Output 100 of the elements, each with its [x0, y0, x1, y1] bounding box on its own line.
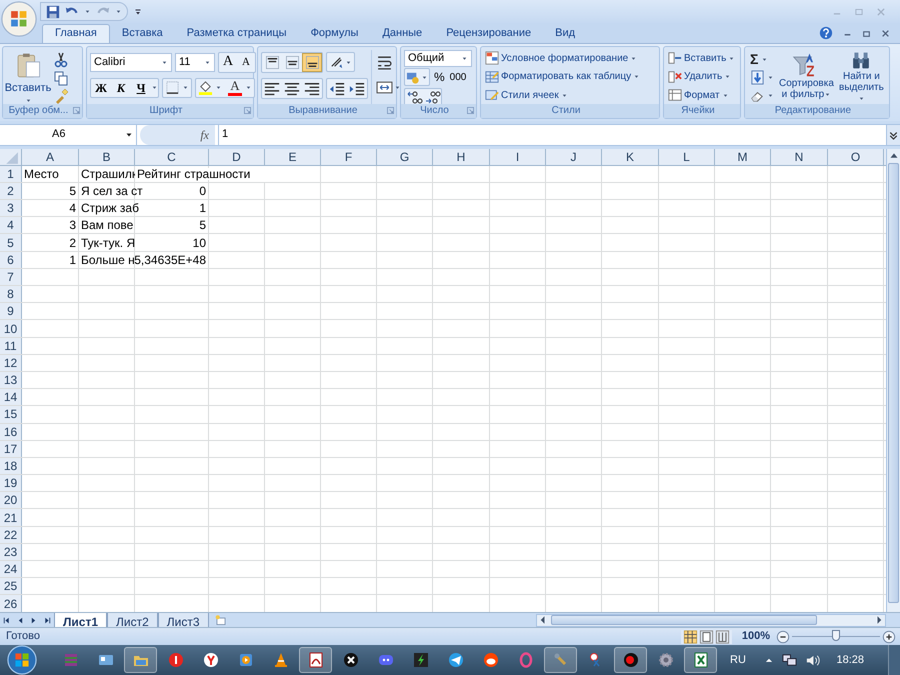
normal-view-icon[interactable]	[682, 630, 698, 644]
column-header[interactable]: H	[433, 148, 490, 165]
row-header[interactable]: 19	[0, 475, 22, 492]
column-header[interactable]: K	[602, 148, 659, 165]
column-header[interactable]: O	[828, 148, 884, 165]
ribbon-tab[interactable]: Главная	[42, 24, 110, 43]
format-as-table-button[interactable]: Форматировать как таблицу	[484, 68, 642, 86]
row-header[interactable]: 18	[0, 458, 22, 474]
bold-button[interactable]: Ж	[91, 78, 111, 98]
ribbon-tab[interactable]: Формулы	[298, 24, 370, 43]
row-header[interactable]: 16	[0, 424, 22, 440]
language-indicator[interactable]: RU	[730, 652, 746, 668]
vertical-scrollbar[interactable]	[886, 148, 900, 612]
cell-styles-button[interactable]: Стили ячеек	[484, 86, 642, 104]
grow-font-button[interactable]: A	[219, 52, 237, 72]
row-header[interactable]: 24	[0, 561, 22, 578]
column-header[interactable]: E	[265, 148, 321, 165]
font-size-field[interactable]: 11	[175, 52, 215, 72]
column-header[interactable]: C	[135, 148, 209, 165]
row-header[interactable]: 11	[0, 338, 22, 354]
column-header[interactable]: F	[321, 148, 377, 165]
merge-cells-icon[interactable]	[376, 78, 393, 96]
name-box[interactable]: A6	[0, 124, 137, 145]
page-break-icon[interactable]	[714, 630, 730, 644]
zoom-in-icon[interactable]	[882, 630, 896, 644]
thousands-button[interactable]: 000	[448, 68, 468, 87]
insert-function-button[interactable]: fx	[200, 126, 209, 144]
scroll-thumb[interactable]	[888, 162, 899, 603]
wrap-text-icon[interactable]	[376, 54, 393, 71]
fill-down-icon[interactable]	[750, 70, 765, 85]
column-header[interactable]: A	[22, 148, 79, 165]
row-header[interactable]: 6	[0, 252, 22, 268]
expand-formula-bar-icon[interactable]	[886, 124, 900, 145]
font-name-field[interactable]: Calibri	[90, 52, 172, 72]
column-header[interactable]: N	[771, 148, 828, 165]
sheet-tab[interactable]: Лист3	[158, 613, 209, 628]
customize-icon[interactable]	[134, 8, 142, 16]
network-icon[interactable]	[782, 652, 797, 668]
delete-cells-button[interactable]: Удалить	[667, 68, 736, 86]
ribbon-tab[interactable]: Данные	[370, 24, 434, 43]
last-sheet-icon[interactable]	[42, 616, 52, 625]
row-header[interactable]: 25	[0, 578, 22, 594]
zoom-out-icon[interactable]	[776, 630, 790, 644]
ribbon-tab[interactable]: Вставка	[110, 24, 175, 43]
borders-icon[interactable]	[165, 80, 180, 96]
zoom-slider[interactable]	[832, 630, 840, 642]
close-icon[interactable]	[881, 28, 890, 38]
row-header[interactable]: 22	[0, 526, 22, 543]
column-header[interactable]: I	[490, 148, 546, 165]
orientation-icon[interactable]	[329, 54, 344, 70]
page-layout-icon[interactable]	[698, 630, 714, 644]
column-header[interactable]: J	[546, 148, 602, 165]
ribbon-tab[interactable]: Рецензирование	[434, 24, 544, 43]
decrease-decimal-icon[interactable]	[423, 88, 441, 105]
row-header[interactable]: 4	[0, 217, 22, 234]
percent-button[interactable]: %	[432, 68, 447, 87]
italic-button[interactable]: К	[111, 78, 131, 98]
help-icon[interactable]	[819, 26, 833, 40]
autosum-button[interactable]: Σ	[748, 50, 776, 68]
paste-button[interactable]: Вставить	[6, 50, 50, 104]
first-sheet-icon[interactable]	[2, 616, 12, 625]
sheet-tab[interactable]: Лист2	[107, 613, 158, 628]
insert-cells-button[interactable]: Вставить	[667, 50, 736, 68]
restore-icon[interactable]	[862, 28, 871, 38]
row-header[interactable]: 26	[0, 595, 22, 612]
taskbar-button[interactable]	[299, 647, 332, 673]
row-header[interactable]: 12	[0, 354, 22, 371]
shrink-font-button[interactable]: A	[237, 52, 255, 72]
row-header[interactable]: 1	[0, 166, 22, 182]
row-header[interactable]: 8	[0, 286, 22, 302]
row-header[interactable]: 20	[0, 492, 22, 508]
row-header[interactable]: 21	[0, 509, 22, 526]
row-header[interactable]: 23	[0, 544, 22, 560]
row-header[interactable]: 13	[0, 372, 22, 388]
format-cells-button[interactable]: Формат	[667, 86, 736, 104]
row-header[interactable]: 5	[0, 234, 22, 251]
row-header[interactable]: 10	[0, 320, 22, 337]
cut-icon[interactable]	[53, 52, 69, 68]
row-header[interactable]: 14	[0, 389, 22, 406]
increase-decimal-icon[interactable]	[405, 88, 423, 105]
row-header[interactable]: 2	[0, 182, 22, 200]
scroll-thumb[interactable]	[551, 615, 817, 626]
row-header[interactable]: 15	[0, 406, 22, 423]
copy-icon[interactable]	[53, 70, 69, 86]
fill-color-icon[interactable]	[198, 80, 213, 96]
start-button[interactable]	[5, 645, 39, 675]
column-header[interactable]: L	[659, 148, 715, 165]
taskbar-button[interactable]	[614, 647, 647, 673]
column-header[interactable]: M	[715, 148, 771, 165]
column-header[interactable]: G	[377, 148, 433, 165]
save-icon[interactable]	[46, 4, 60, 19]
row-header[interactable]: 7	[0, 268, 22, 286]
volume-icon[interactable]	[804, 652, 820, 668]
zoom-level[interactable]: 100%	[742, 628, 770, 645]
find-select-button[interactable]: Найти и выделить	[836, 70, 886, 104]
clock[interactable]: 18:28	[836, 652, 864, 668]
sheet-tab[interactable]: Лист1	[54, 612, 108, 628]
horizontal-scrollbar[interactable]	[536, 614, 886, 627]
ribbon-tab[interactable]: Разметка страницы	[174, 24, 299, 43]
column-header[interactable]: D	[209, 148, 265, 165]
